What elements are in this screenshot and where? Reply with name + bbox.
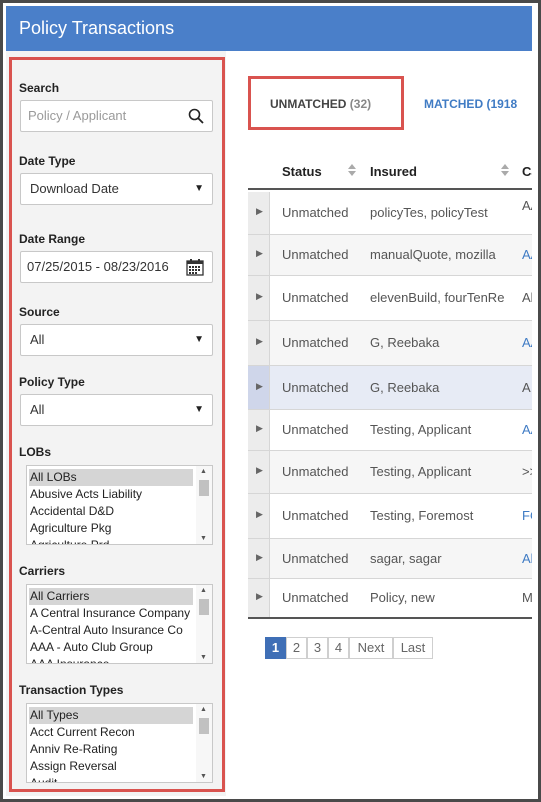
row-carrier: Al	[522, 290, 532, 305]
expand-row-button[interactable]: ▶	[248, 579, 270, 617]
table-row[interactable]: ▶ Unmatched Testing, Applicant >>	[248, 451, 532, 494]
column-header-status[interactable]: Status	[282, 164, 322, 179]
page-button-4[interactable]: 4	[328, 637, 349, 659]
column-header-carrier[interactable]: Ca	[522, 164, 532, 179]
row-carrier[interactable]: AA	[522, 335, 532, 350]
caret-right-icon: ▶	[256, 423, 263, 433]
next-page-button[interactable]: Next	[349, 637, 393, 659]
row-status: Unmatched	[282, 422, 349, 437]
row-insured: manualQuote, mozilla	[370, 247, 496, 262]
row-insured: Testing, Applicant	[370, 464, 472, 479]
page-title: Policy Transactions	[6, 6, 532, 51]
table-row[interactable]: ▶ Unmatched elevenBuild, fourTenRe Al	[248, 276, 532, 321]
caret-right-icon: ▶	[256, 206, 263, 216]
row-carrier[interactable]: AA	[522, 247, 532, 262]
table-row[interactable]: ▶ Unmatched G, Reebaka A	[248, 366, 532, 410]
tab-count: (32)	[349, 97, 372, 111]
row-status: Unmatched	[282, 205, 349, 220]
column-header-insured[interactable]: Insured	[370, 164, 417, 179]
row-status: Unmatched	[282, 464, 349, 479]
row-carrier: AA Un	[522, 198, 532, 213]
row-insured: Policy, new	[370, 590, 435, 605]
tab-unmatched[interactable]: UNMATCHED (32)	[270, 97, 371, 111]
row-status: Unmatched	[282, 550, 349, 566]
caret-right-icon: ▶	[256, 465, 263, 475]
row-insured: Testing, Foremost	[370, 508, 474, 523]
row-status: Unmatched	[282, 290, 349, 305]
tab-count: (1918	[486, 97, 518, 111]
sort-icon[interactable]	[501, 164, 509, 176]
row-carrier: M	[522, 590, 532, 605]
table-row[interactable]: ▶ Unmatched manualQuote, mozilla AA	[248, 235, 532, 276]
page-button-2[interactable]: 2	[286, 637, 307, 659]
row-status: Unmatched	[282, 508, 349, 523]
row-insured: G, Reebaka	[370, 335, 440, 350]
table-header: Status Insured Ca	[248, 150, 532, 190]
row-status: Unmatched	[282, 590, 349, 605]
row-status: Unmatched	[282, 247, 349, 262]
expand-row-button[interactable]: ▶	[248, 192, 270, 234]
expand-row-button[interactable]: ▶	[248, 494, 270, 538]
sidebar-highlight	[9, 57, 225, 792]
table-row[interactable]: ▶ Unmatched Testing, Applicant AA	[248, 410, 532, 451]
sort-icon[interactable]	[348, 164, 356, 176]
row-status: Unmatched	[282, 335, 349, 350]
last-page-button[interactable]: Last	[393, 637, 433, 659]
row-carrier: >>	[522, 464, 532, 479]
caret-right-icon: ▶	[256, 591, 263, 601]
table-row[interactable]: ▶ Unmatched sagar, sagar Al	[248, 539, 532, 579]
row-carrier[interactable]: FO	[522, 508, 532, 523]
expand-row-button[interactable]: ▶	[248, 410, 270, 450]
caret-right-icon: ▶	[256, 509, 263, 519]
row-carrier: A	[522, 379, 531, 395]
tab-label: MATCHED	[424, 97, 484, 111]
row-carrier[interactable]: AA	[522, 422, 532, 437]
table-row[interactable]: ▶ Unmatched Policy, new M	[248, 579, 532, 619]
row-status: Unmatched	[282, 379, 349, 395]
row-insured: Testing, Applicant	[370, 422, 472, 437]
expand-row-button[interactable]: ▶	[248, 235, 270, 275]
page-button-3[interactable]: 3	[307, 637, 328, 659]
expand-row-button[interactable]: ▶	[248, 366, 270, 409]
caret-right-icon: ▶	[256, 380, 263, 391]
tab-label: UNMATCHED	[270, 97, 347, 111]
caret-right-icon: ▶	[256, 336, 263, 346]
table-row[interactable]: ▶ Unmatched policyTes, policyTest AA Un	[248, 192, 532, 235]
expand-row-button[interactable]: ▶	[248, 539, 270, 578]
expand-row-button[interactable]: ▶	[248, 321, 270, 365]
caret-right-icon: ▶	[256, 248, 263, 258]
row-insured: policyTes, policyTest	[370, 205, 488, 220]
caret-right-icon: ▶	[256, 291, 263, 301]
row-insured: elevenBuild, fourTenRe	[370, 290, 505, 305]
row-insured: G, Reebaka	[370, 379, 440, 395]
tab-matched[interactable]: MATCHED (1918	[424, 97, 517, 111]
caret-right-icon: ▶	[256, 551, 263, 562]
page-button-1[interactable]: 1	[265, 637, 286, 659]
expand-row-button[interactable]: ▶	[248, 276, 270, 320]
table-row[interactable]: ▶ Unmatched Testing, Foremost FO	[248, 494, 532, 539]
expand-row-button[interactable]: ▶	[248, 451, 270, 493]
row-insured: sagar, sagar	[370, 550, 442, 566]
row-carrier[interactable]: Al	[522, 551, 532, 566]
table-row[interactable]: ▶ Unmatched G, Reebaka AA	[248, 321, 532, 366]
